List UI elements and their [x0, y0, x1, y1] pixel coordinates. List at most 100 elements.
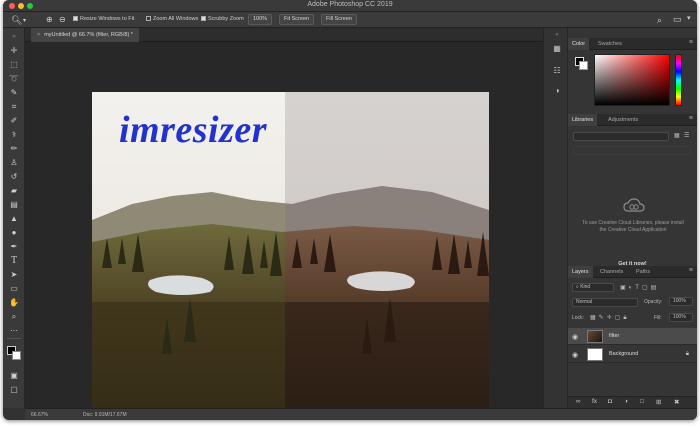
fill-screen-button[interactable]: Fill Screen	[321, 14, 357, 25]
layer-name: filter	[609, 333, 620, 339]
canvas-area[interactable]: imresizer	[25, 42, 543, 408]
list-view-icon[interactable]: ☰	[684, 132, 689, 139]
zoom-all-windows-checkbox[interactable]: Zoom All Windows	[146, 16, 198, 22]
blur-tool-icon[interactable]: ▲	[8, 213, 20, 224]
hue-slider[interactable]	[675, 54, 682, 106]
add-mask-icon[interactable]: ◘	[608, 398, 612, 405]
right-panels: Color Swatches ≡ Libraries Adjustments ≡…	[568, 28, 697, 408]
tab-swatches[interactable]: Swatches	[594, 38, 626, 50]
quick-selection-tool-icon[interactable]: ✎	[8, 87, 20, 98]
status-bar: 66.67% Doc: 9.91M/17.67M	[25, 408, 697, 420]
adjustments-panel-icon[interactable]: ◑	[552, 86, 562, 96]
visibility-eye-icon[interactable]: ◉	[572, 333, 578, 341]
color-panel-tabs: Color Swatches ≡	[568, 38, 697, 50]
tab-paths[interactable]: Paths	[632, 266, 654, 278]
search-icon[interactable]: ⌕	[657, 15, 662, 25]
panel-icon-strip: « ▦ ☷ ◑	[543, 28, 568, 408]
lock-icon: 🔒︎	[685, 351, 689, 357]
properties-panel-icon[interactable]: ☷	[552, 66, 562, 76]
layers-panel-tabs: Layers Channels Paths ≡	[568, 266, 697, 278]
edit-toolbar-icon[interactable]: ⋯	[8, 325, 20, 336]
screen-mode-icon[interactable]: ▢	[8, 384, 20, 395]
lock-icons[interactable]: ▦✎✛▢🔒︎	[590, 314, 630, 322]
panel-menu-icon[interactable]: ≡	[689, 39, 693, 46]
pen-tool-icon[interactable]: ✒	[8, 241, 20, 252]
tab-adjustments[interactable]: Adjustments	[604, 114, 642, 126]
new-group-icon[interactable]: □	[640, 398, 644, 405]
fill-field[interactable]: 100%	[669, 313, 693, 322]
new-layer-icon[interactable]: ⊞	[656, 398, 661, 406]
zoom-in-icon[interactable]: ⊕	[46, 15, 53, 25]
layer-row-background[interactable]: ◉ Background 🔒︎	[568, 346, 697, 363]
zoom-tool-icon[interactable]: 🔍︎	[11, 15, 22, 25]
layer-filter-icons[interactable]: ▣◐T▢▤	[620, 284, 659, 291]
brush-tool-icon[interactable]: ✏	[8, 143, 20, 154]
background-color-swatch[interactable]	[579, 61, 588, 70]
opacity-field[interactable]: 100%	[669, 297, 693, 306]
fit-screen-button[interactable]: Fit Screen	[279, 14, 315, 25]
tool-preset-chevron-icon[interactable]: ▾	[23, 16, 26, 26]
checkbox-icon	[73, 16, 78, 21]
path-selection-tool-icon[interactable]: ➤	[8, 269, 20, 280]
library-search-input[interactable]	[573, 146, 691, 155]
eraser-tool-icon[interactable]: ▰	[8, 185, 20, 196]
history-brush-tool-icon[interactable]: ↺	[8, 171, 20, 182]
color-field[interactable]	[594, 54, 670, 106]
document-size-info: Doc: 9.91M/17.67M	[83, 412, 127, 418]
document-tab-label: myUntitled @ 66.7% (filter, RGB/8) *	[44, 32, 133, 38]
background-color-swatch[interactable]	[12, 351, 21, 360]
move-tool-icon[interactable]: ✛	[8, 45, 20, 56]
zoom-tool-icon[interactable]: ⌕	[8, 311, 20, 322]
zoom-out-icon[interactable]: ⊖	[59, 15, 66, 25]
document-tab[interactable]: × myUntitled @ 66.7% (filter, RGB/8) *	[31, 28, 139, 42]
adjustment-layer-icon[interactable]: ◑	[624, 398, 628, 405]
tab-color[interactable]: Color	[568, 38, 590, 50]
link-layers-icon[interactable]: ∞	[576, 398, 581, 405]
tab-channels[interactable]: Channels	[596, 266, 627, 278]
layer-style-icon[interactable]: fx	[592, 398, 597, 405]
filter-search-icon: ⌕	[576, 284, 579, 290]
libraries-panel-tabs: Libraries Adjustments ≡	[568, 114, 697, 126]
resize-windows-label: Resize Windows to Fit	[80, 16, 135, 22]
type-tool-icon[interactable]: T	[8, 255, 20, 266]
panel-menu-icon[interactable]: ≡	[689, 267, 693, 274]
layer-row-filter[interactable]: ◉ filter	[568, 328, 697, 345]
zoom-all-label: Zoom All Windows	[153, 16, 199, 22]
clone-stamp-tool-icon[interactable]: ♙	[8, 157, 20, 168]
panel-menu-icon[interactable]: ≡	[689, 115, 693, 122]
scrubby-zoom-checkbox[interactable]: Scrubby Zoom	[201, 16, 244, 22]
layer-kind-filter[interactable]: ⌕ Kind	[572, 283, 614, 292]
visibility-eye-icon[interactable]: ◉	[572, 351, 578, 359]
tab-libraries[interactable]: Libraries	[568, 114, 598, 126]
options-bar: 🔍︎ ▾ ⊕ ⊖ Resize Windows to Fit Zoom All …	[3, 12, 697, 28]
zoom-100-button[interactable]: 100%	[248, 14, 273, 25]
collapse-tools-icon[interactable]: »	[8, 32, 20, 43]
resize-windows-checkbox[interactable]: Resize Windows to Fit	[73, 16, 134, 22]
tab-layers[interactable]: Layers	[568, 266, 593, 278]
delete-layer-icon[interactable]: ✖	[674, 398, 679, 406]
lasso-tool-icon[interactable]: ➰	[8, 73, 20, 84]
rectangle-tool-icon[interactable]: ▭	[8, 283, 20, 294]
hand-tool-icon[interactable]: ✋	[8, 297, 20, 308]
library-search-field[interactable]	[573, 132, 669, 141]
gradient-tool-icon[interactable]: ▤	[8, 199, 20, 210]
grid-view-icon[interactable]: ▦	[674, 132, 680, 139]
history-panel-icon[interactable]: ▦	[552, 44, 562, 54]
title-bar: Adobe Photoshop CC 2019	[3, 0, 697, 12]
crop-tool-icon[interactable]: ⌗	[8, 101, 20, 112]
workspace-icon[interactable]: ▭	[673, 14, 682, 24]
workspace-chevron-icon[interactable]: ▾	[687, 14, 691, 24]
healing-brush-tool-icon[interactable]: ⚕	[8, 129, 20, 140]
document-canvas[interactable]: imresizer	[92, 92, 489, 408]
marquee-tool-icon[interactable]: ⬚	[8, 59, 20, 70]
layers-footer: ∞ fx ◘ ◑ □ ⊞ ✖	[568, 396, 697, 408]
close-tab-icon[interactable]: ×	[37, 32, 40, 38]
dodge-tool-icon[interactable]: ●	[8, 227, 20, 238]
zoom-level[interactable]: 66.67%	[31, 412, 48, 418]
quick-mask-icon[interactable]: ▣	[8, 370, 20, 381]
scrubby-zoom-label: Scrubby Zoom	[208, 16, 244, 22]
blend-mode-select[interactable]: Normal	[572, 298, 638, 307]
opacity-label: Opacity:	[644, 299, 663, 305]
collapse-panels-icon[interactable]: «	[552, 30, 562, 40]
eyedropper-tool-icon[interactable]: ✐	[8, 115, 20, 126]
